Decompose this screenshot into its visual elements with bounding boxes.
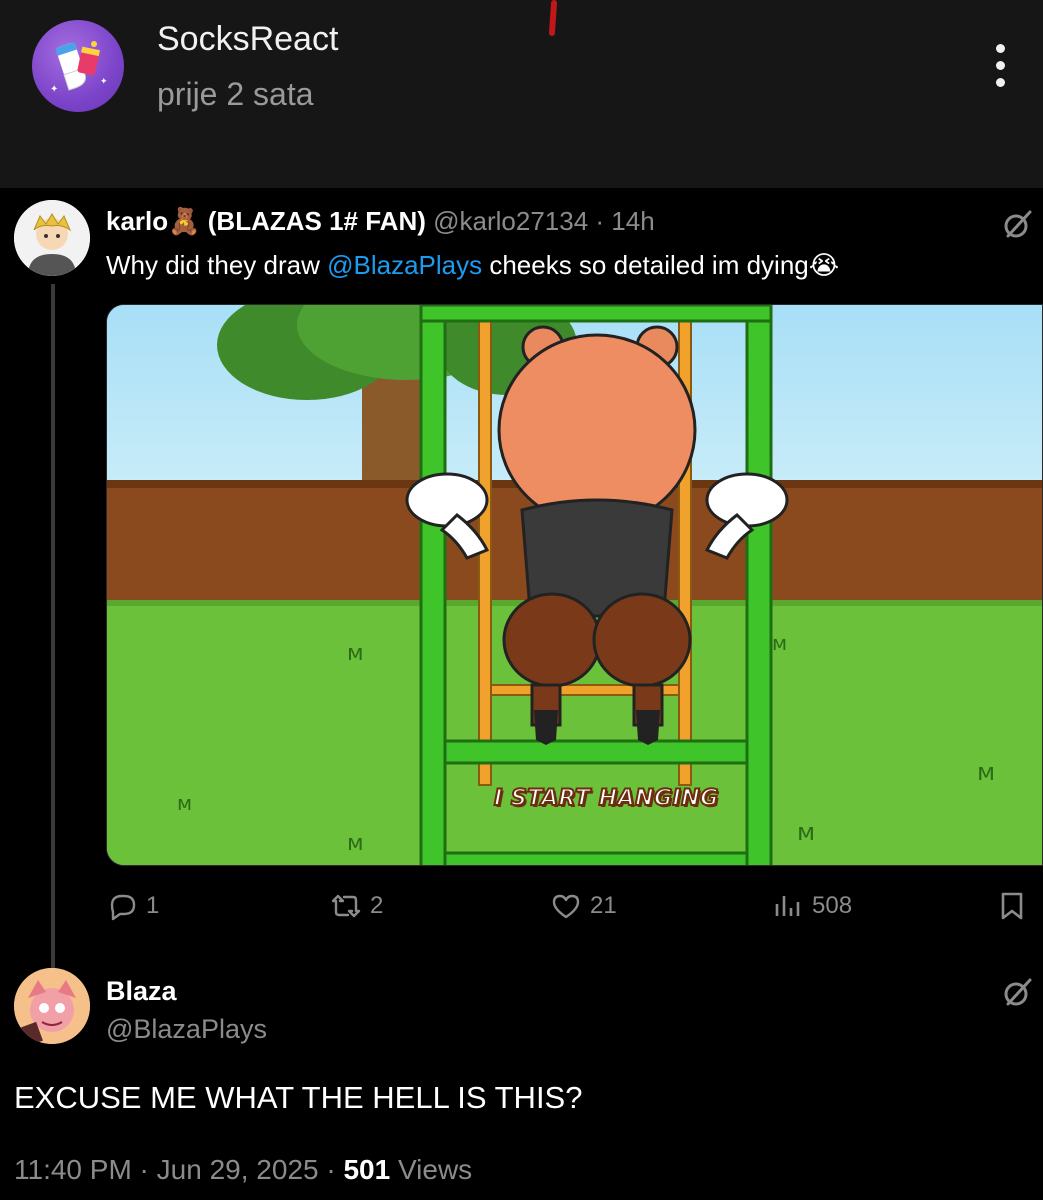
svg-text:ᴍ: ᴍ xyxy=(347,641,364,666)
tweet-text: EXCUSE ME WHAT THE HELL IS THIS? xyxy=(14,1080,583,1115)
author-name[interactable]: karlo xyxy=(106,206,168,236)
svg-text:ᴍ: ᴍ xyxy=(797,818,815,846)
channel-name[interactable]: SocksReact xyxy=(157,20,338,59)
channel-avatar[interactable]: ✦ ✦ xyxy=(32,20,124,112)
views-count: 501 xyxy=(343,1154,391,1185)
views-button[interactable]: 508 xyxy=(772,890,852,922)
avatar[interactable] xyxy=(14,200,90,276)
teddy-emoji: 🧸 xyxy=(168,206,201,236)
tweet-actions: 1 2 21 508 xyxy=(0,890,1043,934)
separator: · xyxy=(588,206,612,236)
svg-text:ᴍ: ᴍ xyxy=(177,791,192,815)
bookmark-icon xyxy=(1001,892,1023,920)
tweet-time[interactable]: 11:40 PM xyxy=(14,1154,132,1185)
separator: · xyxy=(131,1154,157,1185)
more-vertical-icon[interactable] xyxy=(985,44,1015,94)
crying-emoji: 😭 xyxy=(808,250,840,280)
mention-link[interactable]: @BlazaPlays xyxy=(327,250,482,280)
author-handle[interactable]: @BlazaPlays xyxy=(106,1014,267,1045)
svg-text:ᴍ: ᴍ xyxy=(347,831,364,856)
like-count: 21 xyxy=(590,892,617,919)
tweet-text-part: Why did they draw xyxy=(106,250,328,280)
svg-text:✦: ✦ xyxy=(100,77,108,87)
media-caption: I START HANGING xyxy=(493,785,719,812)
red-annotation-stroke xyxy=(548,0,558,37)
tweet-text: Why did they draw @BlazaPlays cheeks so … xyxy=(106,250,839,281)
author-name-suffix[interactable]: (BLAZAS 1# FAN) xyxy=(208,206,426,236)
reply-count: 1 xyxy=(146,892,160,919)
separator: · xyxy=(318,1154,344,1185)
svg-text:ᴍ: ᴍ xyxy=(977,758,995,786)
reply-button[interactable]: 1 xyxy=(106,890,159,922)
tweet-header: karlo🧸 (BLAZAS 1# FAN) @karlo27134 · 14h xyxy=(106,206,655,237)
repost-count: 2 xyxy=(370,892,384,919)
author-handle[interactable]: @karlo27134 xyxy=(433,206,588,236)
svg-text:✦: ✦ xyxy=(50,84,58,95)
heart-icon xyxy=(552,894,580,919)
avatar[interactable] xyxy=(14,968,90,1044)
tweet-media-image[interactable]: ᴍ ᴍ ᴍ ᴍ ᴍ ᴍ I START HANGING xyxy=(106,304,1043,866)
repost-icon xyxy=(331,894,361,918)
like-button[interactable]: 21 xyxy=(550,890,617,922)
svg-text:ᴍ: ᴍ xyxy=(772,631,787,655)
reply-icon xyxy=(110,894,136,921)
tweet-text-part: cheeks so detailed im dying xyxy=(482,250,809,280)
grok-icon[interactable] xyxy=(1000,974,1036,1010)
views-label: Views xyxy=(397,1154,473,1185)
tweet-age[interactable]: 14h xyxy=(611,206,654,236)
views-icon xyxy=(775,896,800,916)
post-header: ✦ ✦ SocksReact prije 2 sata xyxy=(0,0,1043,188)
tweet-date[interactable]: Jun 29, 2025 xyxy=(157,1154,319,1185)
tweet-meta: 11:40 PM · Jun 29, 2025 · 501 Views xyxy=(14,1154,472,1186)
bookmark-button[interactable] xyxy=(996,890,1028,922)
author-name[interactable]: Blaza xyxy=(106,976,177,1007)
thread-line xyxy=(51,284,55,968)
grok-icon[interactable] xyxy=(1000,206,1036,242)
repost-button[interactable]: 2 xyxy=(330,890,383,922)
post-time: prije 2 sata xyxy=(157,76,314,112)
views-count: 508 xyxy=(812,892,853,919)
